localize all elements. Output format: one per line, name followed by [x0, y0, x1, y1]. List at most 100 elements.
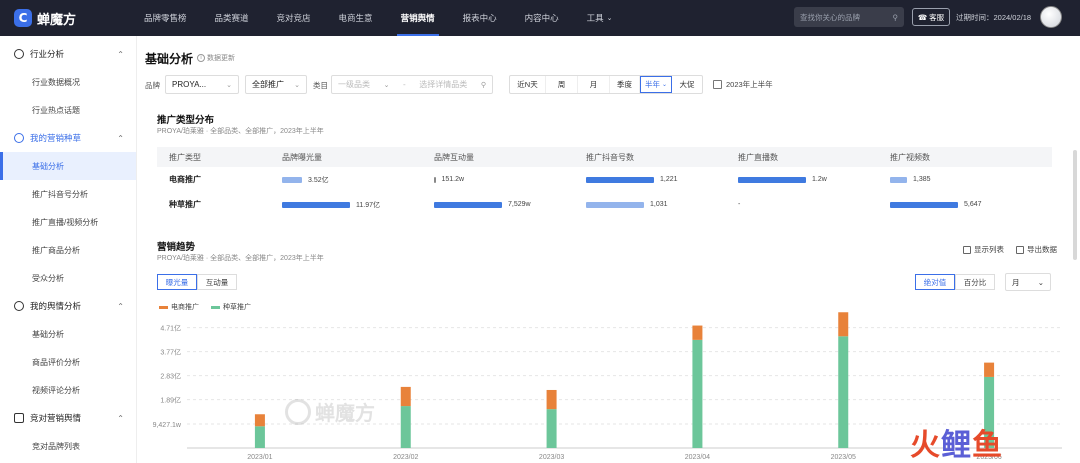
date-range-picker[interactable]: 2023年上半年 — [713, 79, 773, 90]
sidebar-group-2[interactable]: 我的舆情分析 ⌃ — [0, 292, 136, 320]
brand-search-input[interactable]: 查找你关心的品牌 ⚲ — [794, 7, 904, 27]
table-header-cell: 品牌曝光量 — [282, 152, 322, 162]
download-icon — [1016, 245, 1024, 254]
period-option-1[interactable]: 周 — [546, 76, 578, 93]
bar-ecom-5[interactable] — [984, 362, 995, 377]
chevron-up-icon: ⌃ — [117, 413, 124, 423]
data-update-hint[interactable]: i 数据更新 — [197, 53, 235, 63]
brand-select[interactable]: PROYA... ⌄ — [165, 75, 239, 94]
show-list-button[interactable]: 显示列表 — [963, 244, 1004, 255]
nav-item-4[interactable]: 营销舆情 — [387, 0, 449, 36]
trend-section-subtitle: PROYA/珀莱雅 · 全部品类、全部推广，2023年上半年 — [157, 255, 324, 262]
sidebar-item-3-0[interactable]: 竞对品牌列表 — [0, 432, 136, 460]
watermark: 蝉魔方 — [285, 397, 375, 426]
nav-item-7[interactable]: 工具 ⌄ — [573, 0, 627, 36]
period-option-0[interactable]: 近N天 — [510, 76, 546, 93]
bar-seed-3[interactable] — [692, 339, 703, 448]
value-tabs-option-0[interactable]: 绝对值 — [915, 274, 955, 290]
bar-ecom-2[interactable] — [546, 389, 557, 410]
brand-logo[interactable]: C 蝉魔方 — [0, 9, 130, 28]
x-tick-label: 2023/02 — [393, 454, 418, 461]
chevron-up-icon: ⌃ — [117, 49, 124, 59]
sidebar-item-1-0[interactable]: 基础分析 — [0, 152, 136, 180]
data-update-label: 数据更新 — [207, 55, 235, 62]
value-tabs-option-1[interactable]: 百分比 — [955, 274, 995, 290]
sidebar-item-label: 行业数据概况 — [32, 77, 80, 87]
category-separator: - — [403, 80, 406, 89]
value-bar — [282, 176, 302, 183]
bar-seed-1[interactable] — [400, 406, 411, 448]
sidebar-item-1-4[interactable]: 受众分析 — [0, 264, 136, 292]
expire-time: 过期时间：2024/02/18 — [956, 13, 1032, 22]
nav-item-1[interactable]: 品类赛道 — [201, 0, 263, 36]
promo-type-select[interactable]: 全部推广 ⌄ — [245, 75, 307, 94]
metric-tabs-option-1[interactable]: 互动量 — [197, 274, 237, 290]
bar-ecom-1[interactable] — [400, 386, 411, 407]
page-title: 基础分析 — [145, 52, 194, 66]
period-option-5[interactable]: 大促 — [672, 76, 702, 93]
sidebar-item-0-0[interactable]: 行业数据概况 — [0, 68, 136, 96]
period-option-4[interactable]: 半年 ⌄ — [640, 76, 672, 93]
sidebar-item-1-1[interactable]: 推广抖音号分析 — [0, 180, 136, 208]
legend-item-1[interactable]: 种草推广 — [211, 302, 251, 312]
sidebar-group-1[interactable]: 我的营销种草 ⌃ — [0, 124, 136, 152]
period-option-3[interactable]: 季度 — [610, 76, 640, 93]
nav-item-6[interactable]: 内容中心 — [511, 0, 573, 36]
sidebar-item-2-0[interactable]: 基础分析 — [0, 320, 136, 348]
page-scrollbar[interactable] — [1073, 150, 1077, 260]
corner-logo: 火 鲤 鱼 — [910, 420, 1002, 463]
sidebar-group-0[interactable]: 行业分析 ⌃ — [0, 40, 136, 68]
table-header-cell: 推广类型 — [169, 152, 201, 162]
nav-item-2[interactable]: 竞对竞店 — [263, 0, 325, 36]
sidebar-item-label: 商品评价分析 — [32, 357, 80, 367]
avatar[interactable] — [1040, 6, 1062, 28]
y-tick-label: 9,427.1w — [153, 422, 182, 429]
promo-type-value: 全部推广 — [252, 80, 284, 89]
cell-value: 7,529w — [508, 201, 531, 208]
period-option-label: 半年 — [644, 80, 660, 89]
value-bar — [434, 176, 436, 183]
granularity-select[interactable]: 月 ⌄ — [1005, 273, 1051, 291]
cell-value: 151.2w — [441, 176, 465, 183]
legend-item-0[interactable]: 电商推广 — [159, 302, 199, 312]
bar-seed-0[interactable] — [254, 426, 265, 448]
list-icon — [963, 245, 971, 254]
period-selector: 近N天周月季度 半年 ⌄ 大促 — [509, 75, 703, 94]
metric-tabs-option-0[interactable]: 曝光量 — [157, 274, 197, 290]
category-select[interactable]: 一级品类 ⌄ - 选择详情品类 ⚲ — [331, 75, 493, 94]
table-cell: 1.2w — [738, 176, 890, 183]
bar-ecom-3[interactable] — [692, 325, 703, 340]
export-button[interactable]: 导出数据 — [1016, 244, 1057, 255]
sidebar-group-3[interactable]: 竞对营销舆情 ⌃ — [0, 404, 136, 432]
period-option-label: 大促 — [679, 80, 695, 89]
sidebar-item-label: 推广商品分析 — [32, 245, 80, 255]
period-option-2[interactable]: 月 — [578, 76, 610, 93]
table-header-cell: 推广抖音号数 — [586, 152, 634, 162]
nav-item-3[interactable]: 电商生意 — [325, 0, 387, 36]
bar-seed-4[interactable] — [838, 336, 849, 448]
nav-item-0[interactable]: 品牌零售榜 — [130, 0, 201, 36]
toggle-label: 百分比 — [963, 277, 987, 287]
legend-swatch — [211, 305, 220, 309]
sidebar-item-1-3[interactable]: 推广商品分析 — [0, 236, 136, 264]
table-cell: 1,385 — [890, 176, 1042, 183]
bar-seed-2[interactable] — [546, 409, 557, 448]
table-cell: - — [738, 201, 890, 208]
nav-item-5[interactable]: 报表中心 — [449, 0, 511, 36]
nav-item-label: 营销舆情 — [400, 13, 435, 23]
cell-value: 11.97亿 — [356, 201, 380, 209]
sidebar-item-1-2[interactable]: 推广直播/视频分析 — [0, 208, 136, 236]
group-icon — [14, 49, 24, 59]
bar-ecom-4[interactable] — [838, 312, 849, 337]
chevron-down-icon: ⌄ — [661, 82, 668, 88]
bar-ecom-0[interactable] — [254, 414, 265, 427]
customer-service-button[interactable]: ☎ 客服 — [912, 8, 950, 26]
sidebar-item-0-1[interactable]: 行业热点话题 — [0, 96, 136, 124]
watermark-text: 蝉魔方 — [315, 403, 375, 425]
sidebar-item-2-2[interactable]: 视频评论分析 — [0, 376, 136, 404]
chevron-up-icon: ⌃ — [117, 133, 124, 143]
chevron-down-icon: ⌄ — [226, 81, 232, 89]
y-tick-label: 2.83亿 — [160, 372, 181, 381]
sidebar-item-2-1[interactable]: 商品评价分析 — [0, 348, 136, 376]
sidebar-group-label: 竞对营销舆情 — [30, 413, 82, 423]
